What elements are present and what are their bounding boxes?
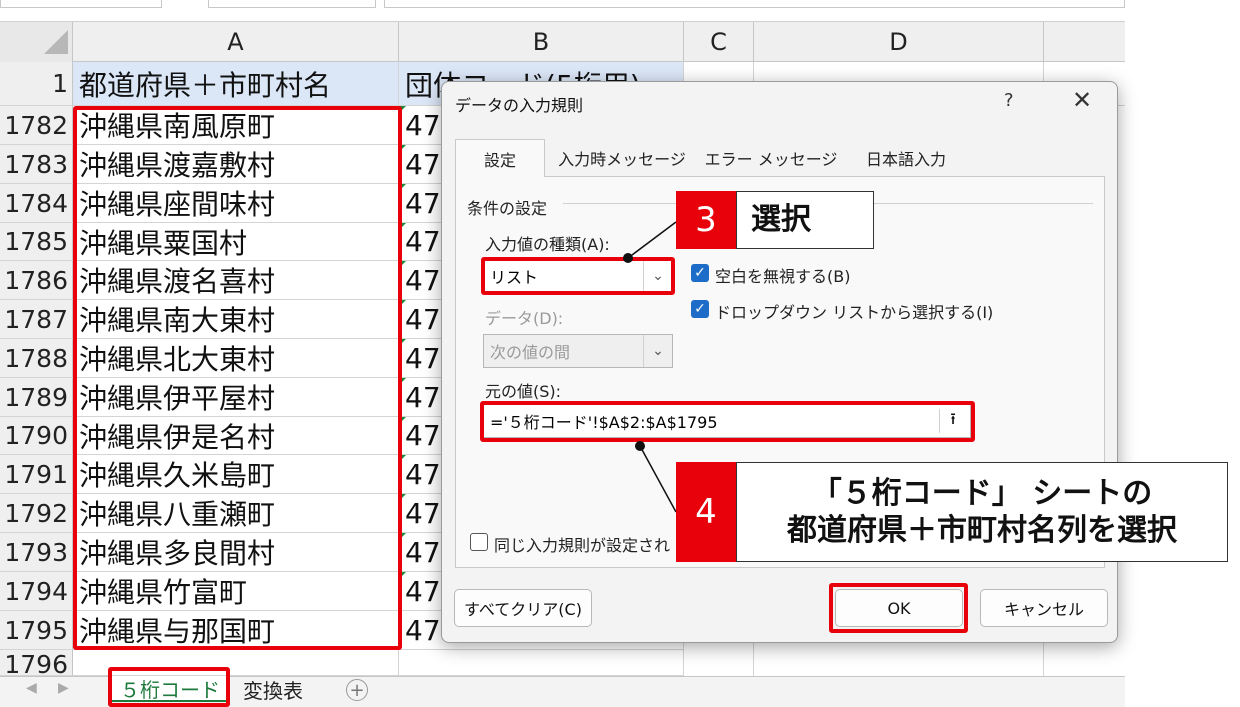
clear-all-button[interactable]: すべてクリア(C) <box>454 589 592 627</box>
data-select: 次の値の間 ⌄ <box>483 334 673 368</box>
source-label: 元の値(S): <box>485 382 562 401</box>
in-cell-dropdown-checkbox[interactable]: ✓ <box>691 300 709 318</box>
group-label-criteria: 条件の設定 <box>467 199 548 218</box>
step-3-badge: 3 <box>676 191 736 249</box>
apply-all-checkbox[interactable] <box>470 533 488 551</box>
ok-button-highlight <box>829 583 968 633</box>
tab-error-alert[interactable]: エラー メッセージ <box>698 139 844 177</box>
help-icon[interactable]: ? <box>1004 90 1014 111</box>
prev-sheet-icon[interactable]: ◀ <box>26 680 37 696</box>
step-4-badge: 4 <box>676 462 736 562</box>
data-select-value: 次の値の間 <box>490 343 571 362</box>
data-label: データ(D): <box>485 309 564 328</box>
row-header[interactable]: 1783 <box>0 145 73 184</box>
row-header[interactable]: 1794 <box>0 572 73 611</box>
column-header-b[interactable]: B <box>399 22 684 62</box>
source-input-highlight <box>480 401 975 442</box>
name-box[interactable] <box>0 0 162 8</box>
cancel-button[interactable]: キャンセル <box>980 589 1108 627</box>
row-header[interactable]: 1788 <box>0 339 73 378</box>
next-sheet-icon[interactable]: ▶ <box>58 680 69 696</box>
row-header[interactable]: 1789 <box>0 378 73 417</box>
row-header[interactable]: 1793 <box>0 533 73 572</box>
allow-select-highlight <box>481 257 675 295</box>
column-header-d[interactable]: D <box>754 22 1044 62</box>
column-header-c[interactable]: C <box>684 22 754 62</box>
add-sheet-icon[interactable]: + <box>346 679 368 701</box>
tab-settings[interactable]: 設定 <box>455 139 545 177</box>
ignore-blank-label[interactable]: 空白を無視する(B) <box>715 263 850 287</box>
step-4-line-2: 都道府県＋市町村名列を選択 <box>787 513 1177 548</box>
column-header-a[interactable]: A <box>73 22 399 62</box>
ignore-blank-checkbox[interactable]: ✓ <box>691 264 709 282</box>
step-4-line-1: 「５桁コード」 シートの <box>811 475 1153 511</box>
leader-dot <box>623 253 633 263</box>
apply-all-label[interactable]: 同じ入力規則が設定され <box>494 532 670 556</box>
tab-ime-mode[interactable]: 日本語入力 <box>846 139 966 177</box>
row-header[interactable]: 1786 <box>0 261 73 300</box>
source-range-highlight <box>73 106 402 650</box>
dialog-title: データの入力規則 <box>455 96 584 115</box>
row-header[interactable]: 1787 <box>0 300 73 339</box>
row-header[interactable]: 1791 <box>0 455 73 494</box>
sheet-tab-conversion-table[interactable]: 変換表 <box>232 676 314 703</box>
step-3-callout: 選択 <box>736 191 874 249</box>
row-header[interactable]: 1790 <box>0 417 73 455</box>
in-cell-dropdown-label[interactable]: ドロップダウン リストから選択する(I) <box>715 299 993 323</box>
row-header[interactable]: 1784 <box>0 184 73 223</box>
row-header[interactable]: 1792 <box>0 494 73 533</box>
select-all-triangle-icon <box>44 30 68 54</box>
header-cell-a[interactable]: 都道府県＋市町村名 <box>73 62 399 106</box>
tab-input-message[interactable]: 入力時メッセージ <box>548 139 696 177</box>
row-header[interactable]: 1796 <box>0 650 73 676</box>
leader-dot <box>635 441 645 451</box>
row-header[interactable]: 1795 <box>0 611 73 650</box>
allow-label: 入力値の種類(A): <box>485 235 610 254</box>
close-icon[interactable]: ✕ <box>1072 86 1092 114</box>
row-header[interactable]: 1782 <box>0 106 73 145</box>
step-4-callout: 「５桁コード」 シートの 都道府県＋市町村名列を選択 <box>736 462 1228 562</box>
chevron-down-icon: ⌄ <box>643 335 672 367</box>
table-cell-b[interactable] <box>399 650 684 676</box>
formula-input[interactable] <box>384 0 1125 8</box>
formula-bar-controls[interactable] <box>208 0 376 8</box>
row-header[interactable]: 1785 <box>0 223 73 261</box>
sheet-tab-highlight <box>108 667 230 707</box>
row-header[interactable]: 1 <box>0 62 73 106</box>
